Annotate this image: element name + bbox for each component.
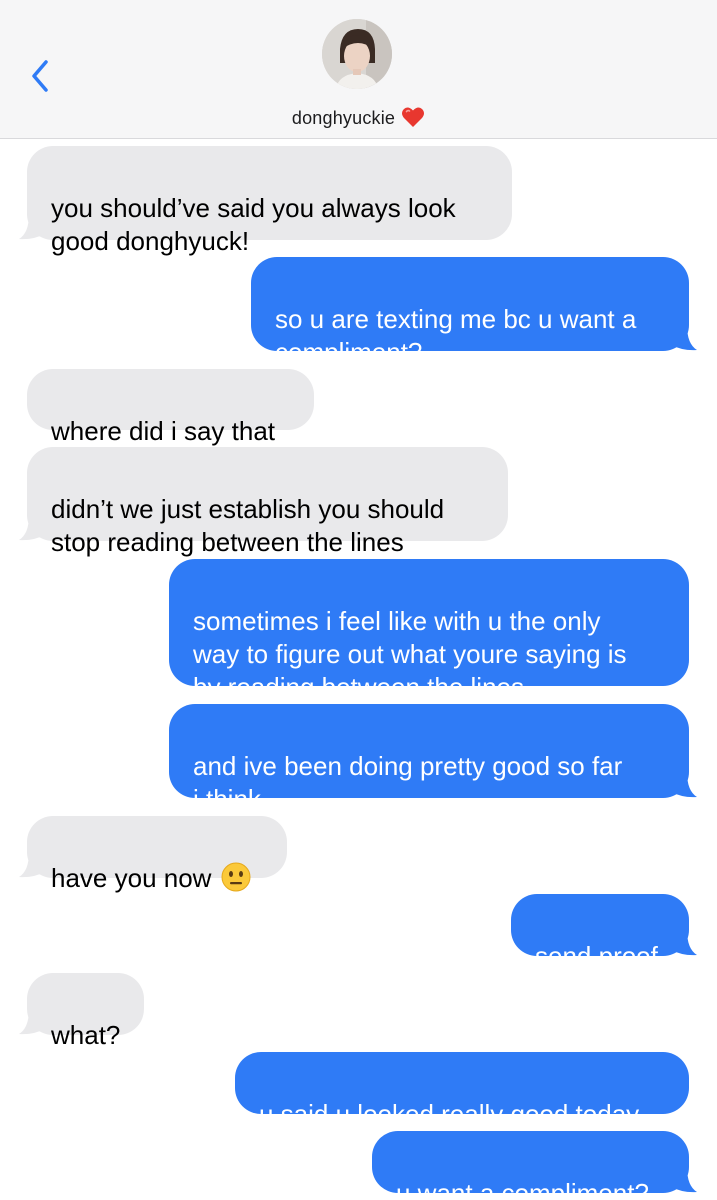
heart-icon: [402, 107, 425, 127]
avatar[interactable]: [322, 19, 392, 89]
message-bubble-outgoing[interactable]: u want a compliment?: [372, 1131, 697, 1200]
message-text: sometimes i feel like with u the only wa…: [193, 606, 627, 702]
bubble-tail: [671, 772, 697, 798]
bubble-tail: [671, 1167, 697, 1193]
message-bubble-incoming[interactable]: you should’ve said you always look good …: [19, 146, 512, 256]
message-text: u said u looked really good today: [259, 1099, 640, 1129]
message-bubble-incoming[interactable]: didn’t we just establish you should stop…: [19, 447, 508, 557]
message-bubble-incoming[interactable]: have you now: [19, 816, 287, 893]
message-text: where did i say that: [51, 416, 276, 446]
contact-name[interactable]: donghyuckie: [0, 106, 717, 129]
chevron-left-icon: [32, 60, 48, 92]
conversation-header: donghyuckie: [0, 0, 717, 139]
back-button[interactable]: [26, 56, 56, 96]
message-bubble-incoming[interactable]: where did i say that: [27, 369, 314, 446]
bubble-tail: [671, 930, 697, 956]
message-bubble-outgoing[interactable]: sometimes i feel like with u the only wa…: [169, 559, 689, 702]
neutral-face-icon: [221, 862, 251, 892]
message-bubble-outgoing[interactable]: so u are texting me bc u want a complime…: [251, 257, 697, 367]
message-bubble-incoming[interactable]: what?: [19, 973, 144, 1050]
message-text: have you now: [51, 863, 212, 893]
message-bubble-outgoing[interactable]: u said u looked really good today: [235, 1052, 689, 1129]
avatar-photo: [322, 19, 392, 89]
bubble-tail: [19, 515, 45, 541]
message-bubble-outgoing[interactable]: and ive been doing pretty good so far i …: [169, 704, 697, 814]
message-text: what?: [51, 1020, 121, 1050]
message-text: send proof: [535, 941, 658, 971]
contact-name-label: donghyuckie: [291, 108, 396, 128]
message-text: so u are texting me bc u want a complime…: [275, 304, 637, 367]
bubble-tail: [19, 852, 45, 878]
message-text: didn’t we just establish you should stop…: [51, 494, 445, 557]
bubble-tail: [19, 214, 45, 240]
message-bubble-outgoing[interactable]: send proof: [511, 894, 697, 971]
conversation-screen: donghyuckie you should’ve said you alway…: [0, 0, 717, 1200]
bubble-tail: [671, 325, 697, 351]
message-text: you should’ve said you always look good …: [51, 193, 456, 256]
bubble-tail: [19, 1009, 45, 1035]
message-text: u want a compliment?: [396, 1178, 649, 1200]
message-text: and ive been doing pretty good so far i …: [193, 751, 623, 814]
